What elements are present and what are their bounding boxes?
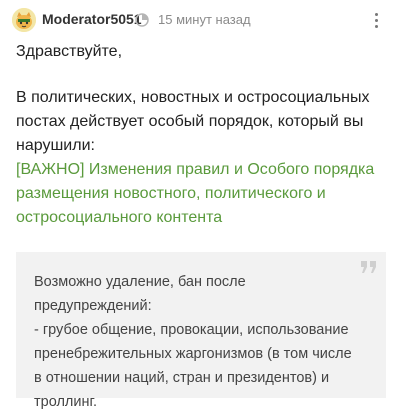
author-name[interactable]: Moderator5051 bbox=[42, 11, 142, 27]
rules-link[interactable]: [ВАЖНО] Изменения правил и Особого поряд… bbox=[16, 158, 388, 230]
comment-timestamp: 15 минут назад bbox=[158, 12, 251, 27]
comment-header: Moderator5051 15 минут назад bbox=[12, 6, 388, 34]
more-vertical-icon bbox=[374, 12, 378, 16]
quote-text: Возможно удаление, бан после предупрежде… bbox=[34, 274, 352, 410]
verified-icon bbox=[135, 13, 149, 27]
comment-body-text: В политических, новостных и остросоциаль… bbox=[16, 89, 370, 154]
more-options-button[interactable] bbox=[368, 8, 384, 32]
more-vertical-icon bbox=[374, 18, 378, 22]
avatar[interactable] bbox=[12, 8, 36, 32]
more-vertical-icon bbox=[374, 24, 378, 28]
cat-avatar-icon bbox=[12, 8, 36, 32]
quote-block: Возможно удаление, бан после предупрежде… bbox=[16, 252, 386, 410]
comment-greeting: Здравствуйте, bbox=[16, 43, 123, 60]
quote-icon bbox=[361, 261, 376, 273]
comment-body: В политических, новостных и остросоциаль… bbox=[16, 86, 388, 230]
